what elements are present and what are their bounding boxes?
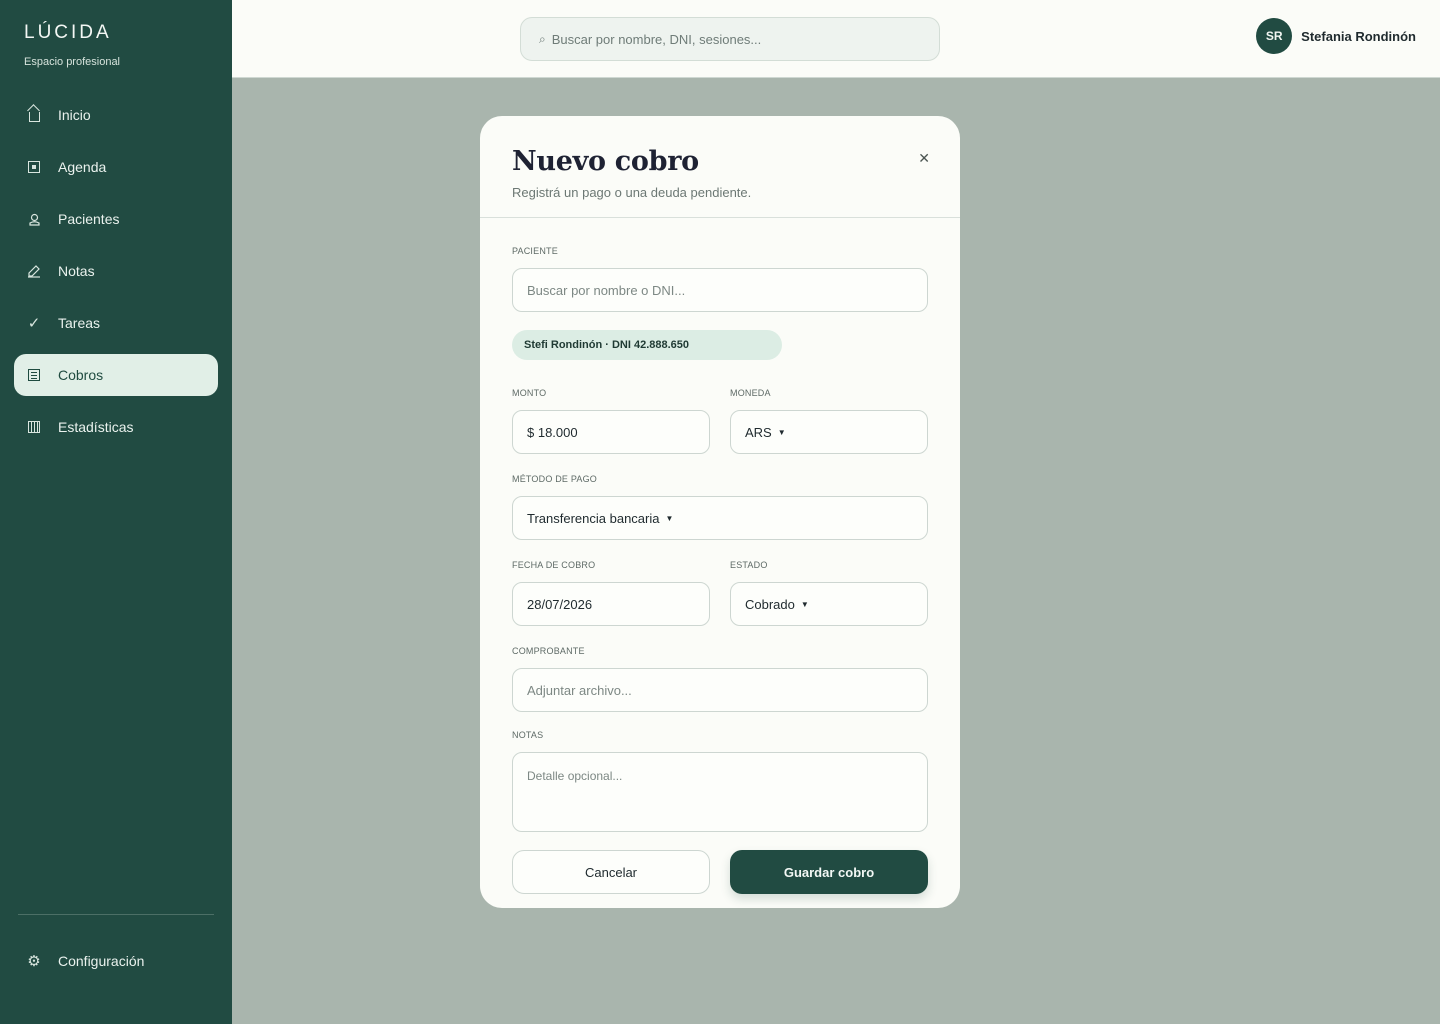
charge-date-value: 28/07/2026 <box>527 596 593 612</box>
brand-subtitle: Espacio profesional <box>24 56 121 68</box>
user-menu[interactable]: SR Stefania Rondinón <box>1256 18 1416 54</box>
sidebar-item-label: Configuración <box>58 953 145 969</box>
gear-icon: ⚙ <box>27 953 41 970</box>
receipt-label: COMPROBANTE <box>512 646 585 656</box>
search-placeholder: Buscar por nombre, DNI, sesiones... <box>551 31 762 47</box>
receipt-placeholder: Adjuntar archivo... <box>527 682 632 698</box>
patients-icon <box>27 212 41 226</box>
brand-logo: LÚCIDA <box>24 22 112 43</box>
selected-patient-chip[interactable]: Stefi Rondinón · DNI 42.888.650 <box>512 330 782 360</box>
notes-textarea[interactable]: Detalle opcional... <box>512 752 928 832</box>
close-icon[interactable]: ✕ <box>918 150 930 167</box>
patient-search-input[interactable]: Buscar por nombre o DNI... <box>512 268 928 312</box>
sidebar-item-estadisticas[interactable]: Estadísticas <box>14 406 218 448</box>
sidebar-nav: Inicio Agenda Pacientes Notas ✓ Tareas C… <box>14 94 218 458</box>
sidebar: LÚCIDA Espacio profesional Inicio Agenda… <box>0 0 232 1024</box>
patient-label: PACIENTE <box>512 246 558 256</box>
payment-method-label: MÉTODO DE PAGO <box>512 474 597 484</box>
chevron-down-icon: ▼ <box>800 599 809 609</box>
notes-label: NOTAS <box>512 730 544 740</box>
currency-value: ARS <box>745 424 772 440</box>
save-charge-button[interactable]: Guardar cobro <box>730 850 928 894</box>
currency-label: MONEDA <box>730 388 771 398</box>
charge-date-label: FECHA DE COBRO <box>512 560 596 570</box>
sidebar-item-inicio[interactable]: Inicio <box>14 94 218 136</box>
payment-method-select[interactable]: Transferencia bancaria ▼ <box>512 496 928 540</box>
new-charge-modal: Nuevo cobro Registrá un pago o una deuda… <box>480 116 960 908</box>
sidebar-item-tareas[interactable]: ✓ Tareas <box>14 302 218 344</box>
currency-select[interactable]: ARS ▼ <box>730 410 928 454</box>
modal-subtitle: Registrá un pago o una deuda pendiente. <box>512 185 752 200</box>
amount-value: $ 18.000 <box>527 424 578 440</box>
charge-date-input[interactable]: 28/07/2026 <box>512 582 710 626</box>
sidebar-item-label: Cobros <box>58 367 104 383</box>
sidebar-item-configuracion[interactable]: ⚙ Configuración <box>14 940 218 982</box>
patient-search-placeholder: Buscar por nombre o DNI... <box>527 282 686 298</box>
sidebar-item-label: Inicio <box>58 107 91 123</box>
search-input[interactable]: ⌕ Buscar por nombre, DNI, sesiones... <box>520 17 940 61</box>
sidebar-divider <box>18 914 214 915</box>
sidebar-item-cobros[interactable]: Cobros <box>14 354 218 396</box>
status-value: Cobrado <box>745 596 795 612</box>
user-name: Stefania Rondinón <box>1301 28 1416 44</box>
cancel-button[interactable]: Cancelar <box>512 850 710 894</box>
amount-label: MONTO <box>512 388 547 398</box>
avatar: SR <box>1256 18 1293 54</box>
selected-patient-label: Stefi Rondinón · DNI 42.888.650 <box>524 339 690 351</box>
status-label: ESTADO <box>730 560 768 570</box>
sidebar-item-agenda[interactable]: Agenda <box>14 146 218 188</box>
sidebar-item-label: Agenda <box>58 159 107 175</box>
sidebar-settings: ⚙ Configuración <box>14 940 218 992</box>
sidebar-item-pacientes[interactable]: Pacientes <box>14 198 218 240</box>
sidebar-item-notas[interactable]: Notas <box>14 250 218 292</box>
chevron-down-icon: ▼ <box>665 513 674 523</box>
payment-method-value: Transferencia bancaria <box>527 510 660 526</box>
check-icon: ✓ <box>27 315 41 332</box>
sidebar-item-label: Pacientes <box>58 211 120 227</box>
amount-input[interactable]: $ 18.000 <box>512 410 710 454</box>
pen-icon <box>27 264 41 278</box>
home-icon <box>27 108 41 122</box>
chevron-down-icon: ▼ <box>777 427 786 437</box>
receipt-icon <box>27 368 41 382</box>
modal-header: Nuevo cobro Registrá un pago o una deuda… <box>480 116 960 218</box>
stats-icon <box>27 420 41 434</box>
notes-placeholder: Detalle opcional... <box>527 769 623 783</box>
sidebar-item-label: Tareas <box>58 315 101 331</box>
search-icon: ⌕ <box>539 31 546 46</box>
calendar-icon <box>27 160 41 174</box>
topbar: ⌕ Buscar por nombre, DNI, sesiones... SR… <box>232 0 1440 78</box>
modal-title: Nuevo cobro <box>512 146 699 177</box>
sidebar-item-label: Estadísticas <box>58 419 134 435</box>
sidebar-item-label: Notas <box>58 263 95 279</box>
status-select[interactable]: Cobrado ▼ <box>730 582 928 626</box>
receipt-file-input[interactable]: Adjuntar archivo... <box>512 668 928 712</box>
